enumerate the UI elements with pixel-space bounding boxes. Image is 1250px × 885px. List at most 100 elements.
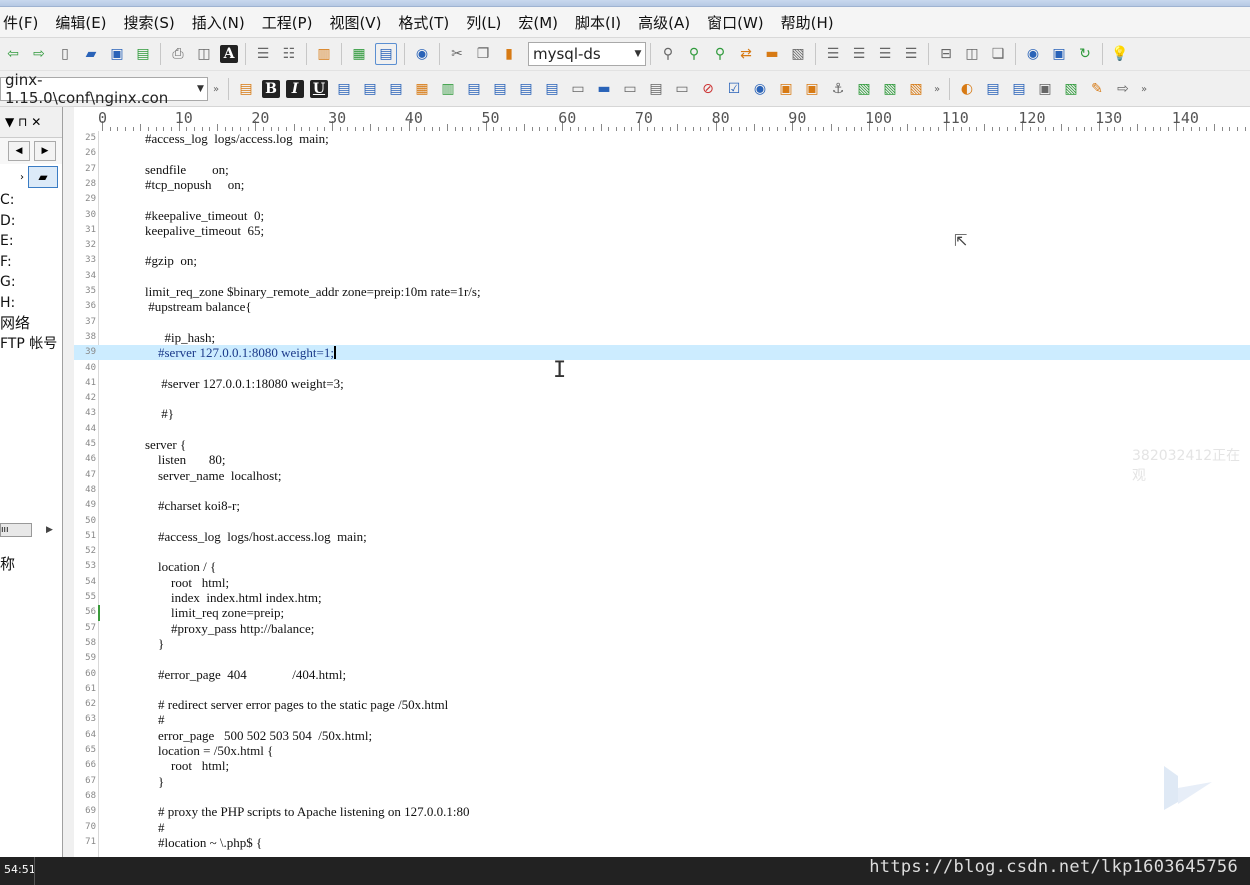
menu-format[interactable]: 格式(T) [398,12,449,33]
underline-button[interactable]: U [310,80,328,98]
paragraph-icon[interactable]: ▤ [334,79,354,99]
code-line[interactable]: 64 error_page 500 502 503 504 /50x.html; [74,728,1250,743]
goto-icon[interactable]: ▧ [788,44,808,64]
align-center-icon[interactable]: ☰ [849,44,869,64]
lightbulb-icon[interactable]: 💡 [1110,44,1130,64]
compare-icon[interactable]: ▤ [983,79,1003,99]
print-preview-icon[interactable]: ◫ [194,44,214,64]
menu-edit[interactable]: 编辑(E) [55,12,106,33]
code-line[interactable]: 66 root html; [74,758,1250,773]
code-line[interactable]: 37 [74,315,1250,330]
drive-g[interactable]: G: [0,272,62,293]
code-line[interactable]: 38 #ip_hash; [74,330,1250,345]
checkbox-icon[interactable]: ☑ [724,79,744,99]
code-line[interactable]: 32 [74,238,1250,253]
code-line[interactable]: 67 } [74,774,1250,789]
code-line[interactable]: 69 # proxy the PHP scripts to Apache lis… [74,804,1250,819]
wand-icon[interactable]: ✎ [1087,79,1107,99]
excel-icon[interactable]: ▧ [880,79,900,99]
menu-help[interactable]: 帮助(H) [781,12,834,33]
print-icon[interactable]: ⎙ [168,44,188,64]
code-line[interactable]: 45 server { [74,437,1250,452]
split-horizontal-icon[interactable]: ⊟ [936,44,956,64]
code-line[interactable]: 56 limit_req zone=preip; [74,605,1250,620]
code-line[interactable]: 55 index index.html index.htm; [74,590,1250,605]
panel-controls-icon[interactable]: ▼ ⊓ ✕ [5,115,41,129]
current-line[interactable]: 39 #server 127.0.0.1:8080 weight=1; [74,345,1250,361]
toolbar-overflow-icon[interactable]: » [211,79,221,99]
code-line[interactable]: 46 listen 80; [74,452,1250,467]
drive-e[interactable]: E: [0,231,62,252]
file-path-select[interactable]: ginx-1.15.0\conf\nginx.con ▼ [0,72,208,106]
code-line[interactable]: 26 [74,146,1250,161]
justify-icon[interactable]: ☰ [901,44,921,64]
template-icon[interactable]: ▣ [1035,79,1055,99]
menu-macro[interactable]: 宏(M) [518,12,558,33]
close-file-icon[interactable]: ▣ [107,44,127,64]
palette-icon[interactable]: ◐ [957,79,977,99]
code-line[interactable]: 71 #location ~ \.php$ { [74,835,1250,850]
export-icon[interactable]: ▧ [906,79,926,99]
code-line[interactable]: 65 location = /50x.html { [74,743,1250,758]
forward-icon[interactable]: ⇨ [29,44,49,64]
arrow-right-icon[interactable]: ⇨ [1113,79,1133,99]
new-file-icon[interactable]: ▯ [55,44,75,64]
find-in-files-icon[interactable]: ⚲ [710,44,730,64]
refresh-icon[interactable]: ↻ [1075,44,1095,64]
code-line[interactable]: 28 #tcp_nopush on; [74,177,1250,192]
code-line[interactable]: 42 [74,391,1250,406]
code-line[interactable]: 40 [74,361,1250,376]
menu-insert[interactable]: 插入(N) [192,12,245,33]
cascade-icon[interactable]: ❏ [988,44,1008,64]
back-icon[interactable]: ⇦ [3,44,23,64]
column-mode-icon[interactable]: ▦ [349,44,369,64]
ftp-account-item[interactable]: FTP 帐号 [0,334,62,355]
code-line[interactable]: 44 [74,422,1250,437]
code-line[interactable]: 58 } [74,636,1250,651]
code-line[interactable]: 31 keepalive_timeout 65; [74,223,1250,238]
textarea-icon[interactable]: ▤ [646,79,666,99]
code-line[interactable]: 53 location / { [74,559,1250,574]
ftp-icon[interactable]: ▣ [1049,44,1069,64]
menu-script[interactable]: 脚本(I) [575,12,621,33]
code-line[interactable]: 60 #error_page 404 /404.html; [74,667,1250,682]
drive-f[interactable]: F: [0,252,62,273]
button-icon[interactable]: ▭ [568,79,588,99]
word-wrap-icon[interactable]: ▤ [375,43,397,65]
toolbar-overflow-icon[interactable]: » [932,79,942,99]
code-line[interactable]: 51 #access_log logs/host.access.log main… [74,529,1250,544]
code-line[interactable]: 29 [74,192,1250,207]
align-right-icon[interactable]: ☰ [875,44,895,64]
web-browser-icon[interactable]: ◉ [1023,44,1043,64]
menu-window[interactable]: 窗口(W) [707,12,764,33]
textbox-icon[interactable]: ▭ [620,79,640,99]
code-line[interactable]: 25 #access_log logs/access.log main; [74,131,1250,146]
code-line[interactable]: 68 [74,789,1250,804]
properties-icon[interactable]: ☷ [279,44,299,64]
drive-c[interactable]: C: [0,190,62,211]
heading-icon[interactable]: ▤ [360,79,380,99]
code-line[interactable]: 50 [74,514,1250,529]
code-line[interactable]: 62 # redirect server error pages to the … [74,697,1250,712]
code-line[interactable]: 52 [74,544,1250,559]
code-line[interactable]: 48 [74,483,1250,498]
link-icon[interactable]: ▤ [464,79,484,99]
globe-icon[interactable]: ◉ [412,44,432,64]
align-left-icon[interactable]: ☰ [823,44,843,64]
list-icon[interactable]: ▤ [386,79,406,99]
code-line[interactable]: 70 # [74,820,1250,835]
html-icon[interactable]: ▤ [236,79,256,99]
bookmark-icon[interactable]: ▬ [762,44,782,64]
code-line[interactable]: 57 #proxy_pass http://balance; [74,621,1250,636]
anchor-icon[interactable]: ⚓ [828,79,848,99]
drive-d[interactable]: D: [0,211,62,232]
form-icon[interactable]: ▤ [542,79,562,99]
code-line[interactable]: 49 #charset koi8-r; [74,498,1250,513]
nav-right-icon[interactable]: ▶ [34,141,56,161]
code-line[interactable]: 43 #} [74,406,1250,421]
frame-icon[interactable]: ▣ [802,79,822,99]
open-folder-icon[interactable]: ▰ [81,44,101,64]
no-entry-icon[interactable]: ⊘ [698,79,718,99]
replace-icon[interactable]: ⇄ [736,44,756,64]
radio-icon[interactable]: ◉ [750,79,770,99]
